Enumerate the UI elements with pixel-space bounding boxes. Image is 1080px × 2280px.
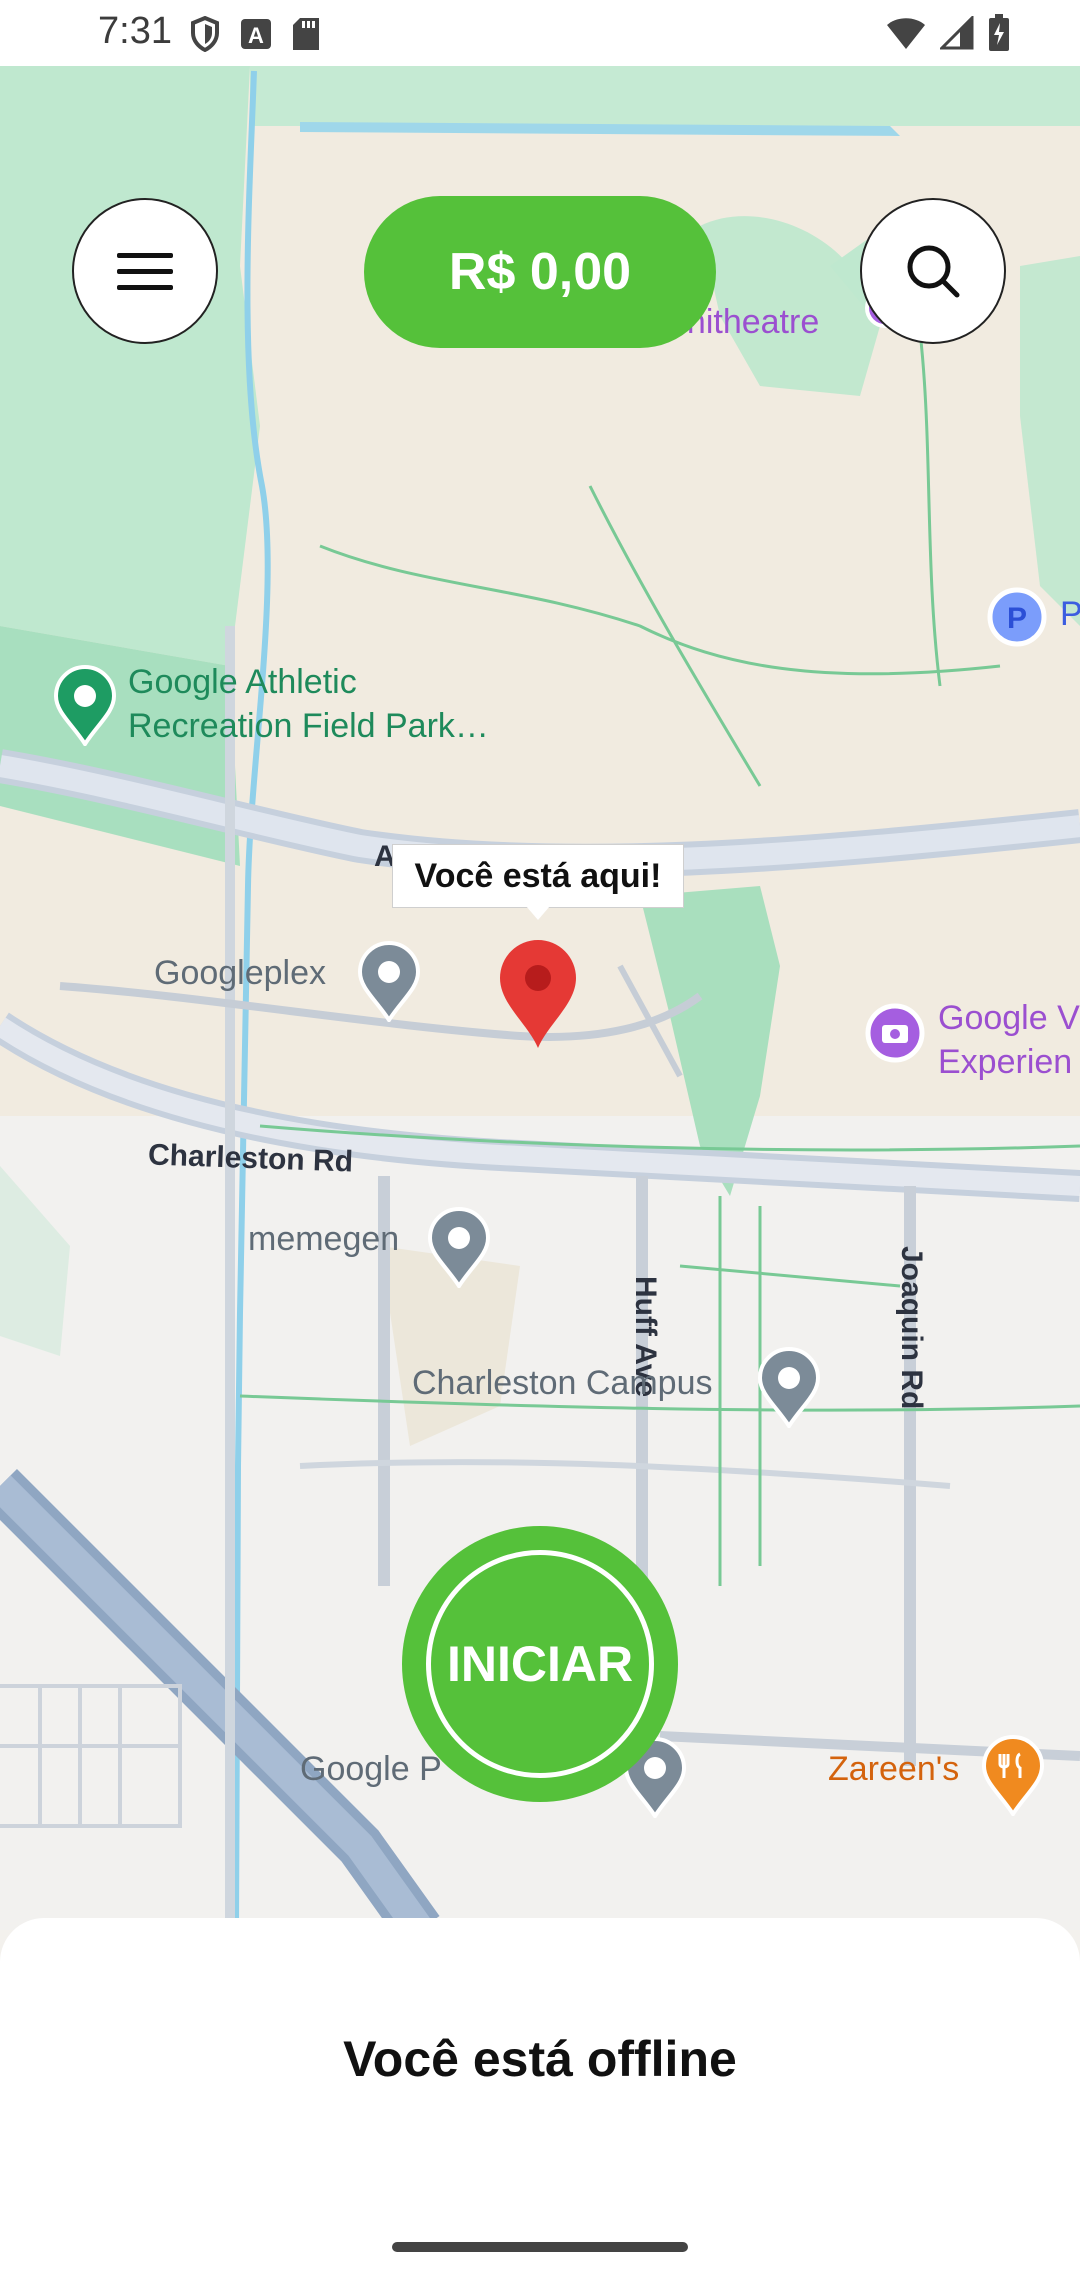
svg-text:P: P xyxy=(1007,602,1027,635)
sd-card-icon xyxy=(293,18,319,50)
wifi-icon xyxy=(887,18,925,49)
memegen-pin-icon[interactable] xyxy=(426,1206,492,1288)
current-location-pin-icon xyxy=(500,940,576,1048)
balance-pill[interactable]: R$ 0,00 xyxy=(364,196,716,348)
start-button-label: INICIAR xyxy=(426,1550,654,1778)
joaquin-rd-label: Joaquin Rd xyxy=(895,1246,928,1410)
google-p-label[interactable]: Google P xyxy=(300,1750,442,1789)
google-v-label[interactable]: Google V xyxy=(938,996,1080,1040)
google-visitor-pin-icon[interactable] xyxy=(864,1002,926,1072)
status-icons-right xyxy=(886,14,1010,52)
google-athletic-label[interactable]: Google Athletic xyxy=(128,660,357,704)
search-button[interactable] xyxy=(860,198,1006,344)
googleplex-pin-icon[interactable] xyxy=(356,940,422,1022)
experien-label[interactable]: Experien xyxy=(938,1040,1072,1084)
you-are-here-callout: Você está aqui! xyxy=(392,844,684,908)
home-indicator[interactable] xyxy=(392,2242,688,2252)
parking-pin-icon[interactable]: P xyxy=(986,586,1048,648)
memegen-label[interactable]: memegen xyxy=(248,1220,399,1259)
status-icons-left: A xyxy=(190,16,320,52)
signal-icon xyxy=(940,16,974,50)
restaurant-pin-icon[interactable] xyxy=(980,1734,1046,1816)
hamburger-icon xyxy=(117,253,173,290)
charleston-rd-label: Charleston Rd xyxy=(147,1138,354,1179)
recreation-field-label[interactable]: Recreation Field Park… xyxy=(128,704,489,748)
charleston-campus-pin-icon[interactable] xyxy=(756,1346,822,1428)
callout-tail xyxy=(526,906,550,920)
google-athletic-pin-icon[interactable] xyxy=(52,664,118,746)
menu-button[interactable] xyxy=(72,198,218,344)
charleston-campus-label[interactable]: Charleston Campus xyxy=(412,1364,712,1403)
a-badge-icon: A xyxy=(241,19,271,49)
shield-icon xyxy=(191,16,219,52)
googleplex-label[interactable]: Googleplex xyxy=(154,954,326,993)
status-time: 7:31 xyxy=(98,10,172,52)
battery-icon xyxy=(989,14,1009,51)
offline-status-text: Você está offline xyxy=(343,2031,737,2087)
status-bar: 7:31 A xyxy=(0,0,1080,66)
start-button[interactable]: INICIAR xyxy=(402,1526,678,1802)
svg-text:A: A xyxy=(248,23,264,48)
search-icon xyxy=(907,245,960,298)
status-bottom-sheet: Você está offline xyxy=(0,1918,1080,2280)
zareens-label[interactable]: Zareen's xyxy=(828,1750,959,1789)
parking-label[interactable]: P xyxy=(1060,592,1080,636)
